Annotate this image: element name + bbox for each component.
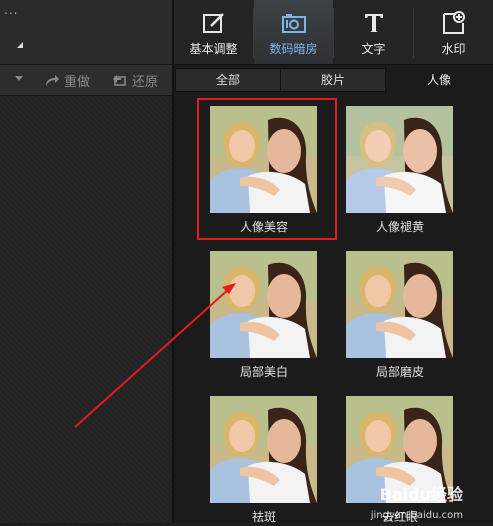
tab-watermark[interactable]: 水印 <box>414 0 493 64</box>
effect-thumbnail <box>210 251 317 358</box>
adjust-edit-icon <box>203 13 224 33</box>
tab-basic-adjust-label: 基本调整 <box>189 42 238 56</box>
camera-darkroom-icon <box>282 14 306 33</box>
redo-button[interactable]: 重做 <box>44 71 90 90</box>
tab-text-label: 文字 <box>361 42 386 56</box>
tab-all[interactable]: 全部 <box>175 68 281 92</box>
effects-grid: 人像美容 人像褪黄 局部美白 局部磨皮 祛斑 去红眼 <box>174 96 493 526</box>
effect-local-smoothing[interactable]: 局部磨皮 <box>340 241 460 381</box>
portrait-photo-icon <box>346 106 453 213</box>
tab-text[interactable]: 文字 <box>334 0 413 64</box>
effect-thumbnail <box>346 251 453 358</box>
portrait-photo-icon <box>210 251 317 358</box>
effect-thumbnail <box>210 396 317 503</box>
tab-film[interactable]: 胶片 <box>280 68 386 92</box>
portrait-photo-icon <box>210 106 317 213</box>
restore-icon <box>113 74 126 86</box>
dropdown-caret-icon[interactable] <box>15 76 23 81</box>
portrait-photo-icon <box>210 396 317 503</box>
main-tabs: 基本调整 数码暗房 文字 水印 <box>174 0 493 65</box>
effect-red-eye-removal[interactable]: 去红眼 <box>340 386 460 526</box>
restore-button[interactable]: 还原 <box>112 71 158 90</box>
right-panel: 基本调整 数码暗房 文字 水印 全部 胶片 人像 人像美容 人像褪黄 局部美白 … <box>174 0 493 526</box>
restore-label: 还原 <box>132 75 159 90</box>
effect-thumbnail <box>210 106 317 213</box>
text-icon <box>365 14 383 32</box>
effect-caption: 祛斑 <box>251 510 276 524</box>
effect-caption: 人像美容 <box>239 220 288 234</box>
watermark-icon <box>443 11 465 34</box>
effect-caption: 人像褪黄 <box>375 220 424 234</box>
effect-caption: 局部美白 <box>239 365 288 379</box>
effect-local-whitening[interactable]: 局部美白 <box>204 241 324 381</box>
edit-toolbar: 重做 还原 <box>0 65 172 96</box>
watermark-brand: Baidu经验 <box>379 485 463 504</box>
watermark-url: jingyan.baidu.com <box>370 510 463 521</box>
effect-thumbnail <box>346 106 453 213</box>
effect-caption: 局部磨皮 <box>375 365 424 379</box>
canvas-area <box>0 96 172 523</box>
portrait-photo-icon <box>346 251 453 358</box>
left-header: ... <box>0 0 172 65</box>
resize-corner-icon <box>17 42 23 48</box>
tab-portrait[interactable]: 人像 <box>386 68 492 92</box>
left-panel: ... 重做 还原 <box>0 0 172 523</box>
more-dots-icon[interactable]: ... <box>4 3 18 17</box>
tab-watermark-label: 水印 <box>441 42 466 56</box>
tab-digital-darkroom[interactable]: 数码暗房 <box>254 0 333 64</box>
category-tabs: 全部 胶片 人像 <box>174 66 493 92</box>
tab-basic-adjust[interactable]: 基本调整 <box>174 0 253 64</box>
effect-freckle-removal[interactable]: 祛斑 <box>204 386 324 526</box>
effect-portrait-fade[interactable]: 人像褪黄 <box>340 96 460 236</box>
redo-icon <box>46 74 59 86</box>
tab-digital-darkroom-label: 数码暗房 <box>269 42 318 56</box>
redo-label: 重做 <box>64 75 91 90</box>
effect-portrait-beauty[interactable]: 人像美容 <box>204 96 324 236</box>
